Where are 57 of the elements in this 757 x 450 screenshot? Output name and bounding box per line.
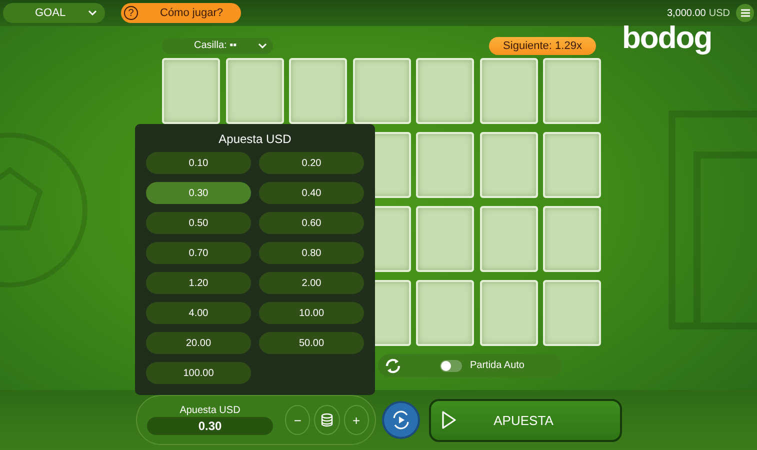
balance-currency: USD <box>708 8 730 18</box>
bet-option[interactable]: 0.60 <box>259 212 364 234</box>
bet-option[interactable]: 0.40 <box>259 182 364 204</box>
bet-option[interactable]: 100.00 <box>146 362 251 384</box>
tile[interactable] <box>480 280 538 346</box>
tile[interactable] <box>480 206 538 272</box>
menu-button[interactable] <box>736 4 754 22</box>
logo: bodog <box>622 20 712 56</box>
auto-play-toggle[interactable] <box>440 360 462 372</box>
bet-option[interactable]: 2.00 <box>259 272 364 294</box>
tile[interactable] <box>543 132 601 198</box>
caret-icon <box>258 42 267 48</box>
bet-button[interactable]: APUESTA <box>429 398 622 442</box>
bet-option[interactable]: 10.00 <box>259 302 364 324</box>
tile-size-select[interactable]: Casilla: ▪▪ <box>162 38 273 54</box>
how-to-play-button[interactable]: ? Cómo jugar? <box>121 3 241 23</box>
game-select[interactable]: GOAL <box>3 3 105 23</box>
next-multiplier-badge: Siguiente: 1.29x <box>489 36 596 54</box>
tile[interactable] <box>480 58 538 124</box>
bet-amount-field[interactable]: 0.30 <box>147 417 273 435</box>
tile[interactable] <box>416 58 474 124</box>
bet-label: Apuesta USD <box>180 405 240 416</box>
help-icon: ? <box>124 6 138 20</box>
bet-option[interactable]: 0.30 <box>146 182 251 204</box>
tile[interactable] <box>352 58 410 124</box>
refresh-icon[interactable] <box>384 356 402 374</box>
tile[interactable] <box>480 132 538 198</box>
play-icon <box>441 410 457 430</box>
autoplay-button[interactable] <box>382 401 420 439</box>
popup-title: Apuesta USD <box>218 132 292 146</box>
bet-option[interactable]: 50.00 <box>259 332 364 354</box>
tile[interactable] <box>416 206 474 272</box>
bet-option[interactable]: 0.80 <box>259 242 364 264</box>
coin-stack-icon <box>320 413 333 427</box>
bet-options-button[interactable] <box>314 405 340 435</box>
decrease-bet-button[interactable]: − <box>285 405 310 435</box>
bet-option[interactable]: 4.00 <box>146 302 251 324</box>
tile[interactable] <box>289 58 347 124</box>
bet-option[interactable]: 0.50 <box>146 212 251 234</box>
tile[interactable] <box>416 280 474 346</box>
auto-play-label: Partida Auto <box>470 360 524 371</box>
bet-option[interactable]: 20.00 <box>146 332 251 354</box>
tile[interactable] <box>226 58 284 124</box>
tile[interactable] <box>543 206 601 272</box>
cycle-play-icon <box>390 409 412 431</box>
tile[interactable] <box>416 132 474 198</box>
tile[interactable] <box>543 280 601 346</box>
balance-amount: 3,000.00 <box>666 8 706 18</box>
bet-option[interactable]: 0.20 <box>259 152 364 174</box>
caret-icon <box>88 10 97 16</box>
tile[interactable] <box>543 58 601 124</box>
bet-option[interactable]: 0.70 <box>146 242 251 264</box>
increase-bet-button[interactable]: + <box>344 405 369 435</box>
menu-icon <box>740 9 750 17</box>
bet-option[interactable]: 0.10 <box>146 152 251 174</box>
tile[interactable] <box>162 58 220 124</box>
bet-option[interactable]: 1.20 <box>146 272 251 294</box>
